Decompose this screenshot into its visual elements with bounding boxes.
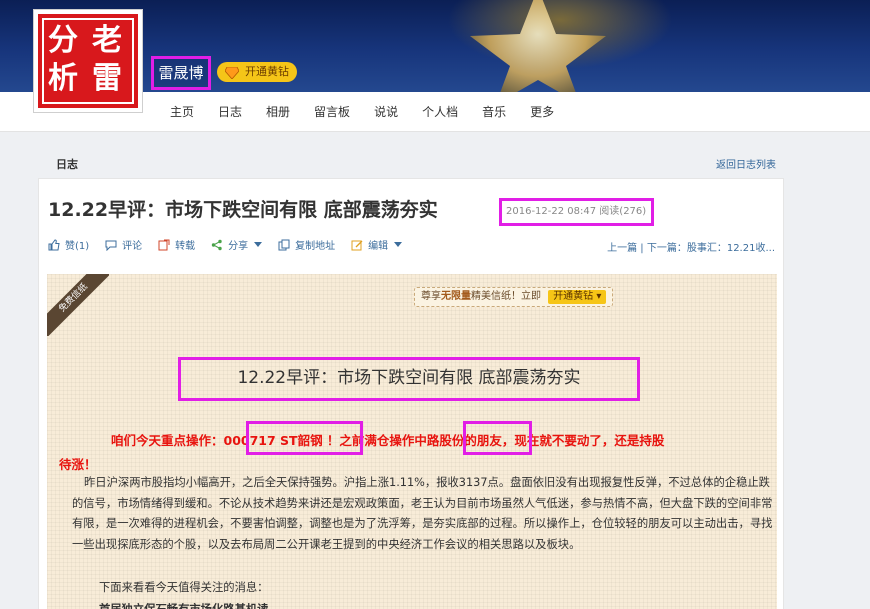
edit-icon: [351, 239, 363, 251]
nav-item-music[interactable]: 音乐: [470, 92, 518, 132]
post-meta: 2016-12-22 08:47 阅读(276): [499, 198, 654, 226]
repost-button[interactable]: 转载: [158, 237, 195, 252]
highlight-line: 咱们今天重点操作：000717 ST韶钢 ！之前满仓操作中路股份的朋友，现在就不…: [111, 433, 665, 448]
promo-prefix: 尊享: [421, 291, 441, 302]
nav-item-profile[interactable]: 个人档: [410, 92, 470, 132]
post-title: 12.22早评：市场下跌空间有限 底部震荡夯实: [48, 199, 438, 221]
free-paper-ribbon: 免费信纸: [47, 274, 109, 336]
comment-button[interactable]: 评论: [105, 237, 142, 252]
section-header: 日志 返回日志列表: [38, 148, 784, 178]
user-name[interactable]: 雷晟博: [151, 56, 211, 90]
like-label: 赞(1): [65, 241, 90, 252]
highlight-line-end: 待涨！: [59, 457, 97, 472]
repost-icon: [158, 239, 170, 251]
post-pager[interactable]: 上一篇 | 下一篇：股事汇：12.21收...: [607, 239, 775, 254]
open-diamond-button[interactable]: 开通黄钻: [217, 62, 297, 82]
stock-name-highlight: [463, 421, 532, 455]
nav-item-guestbook[interactable]: 留言板: [302, 92, 362, 132]
repost-label: 转载: [175, 241, 196, 252]
avatar-char: 雷: [92, 61, 122, 96]
nav-item-more[interactable]: 更多: [518, 92, 566, 132]
section-title: 日志: [56, 158, 78, 171]
avatar[interactable]: 分 析 老 雷: [33, 9, 143, 113]
back-to-list-link[interactable]: 返回日志列表: [716, 156, 776, 171]
comment-label: 评论: [122, 241, 143, 252]
avatar-char: 析: [48, 61, 78, 96]
nav-item-shuoshuo[interactable]: 说说: [362, 92, 410, 132]
letter-paper: 免费信纸 尊享无限量精美信纸！立即 开通黄钻 ▾ 12.22早评：市场下跌空间有…: [47, 274, 777, 609]
promo-diamond-button[interactable]: 开通黄钻 ▾: [548, 290, 607, 304]
ribbon-label: 免费信纸: [47, 274, 109, 336]
star-decoration-icon: [470, 0, 606, 92]
post-card: 12.22早评：市场下跌空间有限 底部震荡夯实 2016-12-22 08:47…: [38, 178, 784, 609]
chevron-down-icon: [254, 242, 263, 247]
nav-item-home[interactable]: 主页: [158, 92, 206, 132]
nav-item-album[interactable]: 相册: [254, 92, 302, 132]
copy-icon: [278, 239, 290, 251]
copy-address-label: 复制地址: [295, 241, 336, 252]
copy-address-button[interactable]: 复制地址: [278, 237, 335, 252]
comment-icon: [105, 239, 117, 251]
thumb-up-icon: [48, 238, 60, 251]
promo-suffix: 精美信纸！立即: [471, 291, 541, 302]
like-button[interactable]: 赞(1): [48, 237, 89, 252]
avatar-char: 分: [48, 23, 78, 58]
article-heading: 12.22早评：市场下跌空间有限 底部震荡夯实: [178, 357, 640, 401]
promo-button-label: 开通黄钻: [553, 291, 594, 302]
paper-promo: 尊享无限量精美信纸！立即 开通黄钻 ▾: [414, 287, 614, 307]
share-button[interactable]: 分享: [211, 237, 263, 252]
avatar-char: 老: [92, 23, 122, 58]
promo-bold: 无限量: [441, 291, 471, 302]
edit-label: 编辑: [368, 241, 389, 252]
edit-button[interactable]: 编辑: [351, 237, 403, 252]
diamond-icon: [224, 66, 240, 80]
article-body: 昨日沪深两市股指均小幅高开，之后全天保持强势。沪指上涨1.11%，报收3137点…: [72, 476, 773, 551]
nav-item-blog[interactable]: 日志: [206, 92, 254, 132]
post-actions: 赞(1) 评论 转载 分享 复制地址 编辑: [48, 237, 418, 252]
news-heading: 首届独立保石畅有市场化路基机读: [99, 601, 268, 609]
share-icon: [211, 239, 223, 251]
stock-code-highlight: [246, 421, 363, 455]
share-label: 分享: [228, 241, 249, 252]
news-intro: 下面来看看今天值得关注的消息：: [99, 581, 269, 594]
open-diamond-label: 开通黄钻: [245, 65, 289, 78]
chevron-down-icon: [394, 242, 403, 247]
